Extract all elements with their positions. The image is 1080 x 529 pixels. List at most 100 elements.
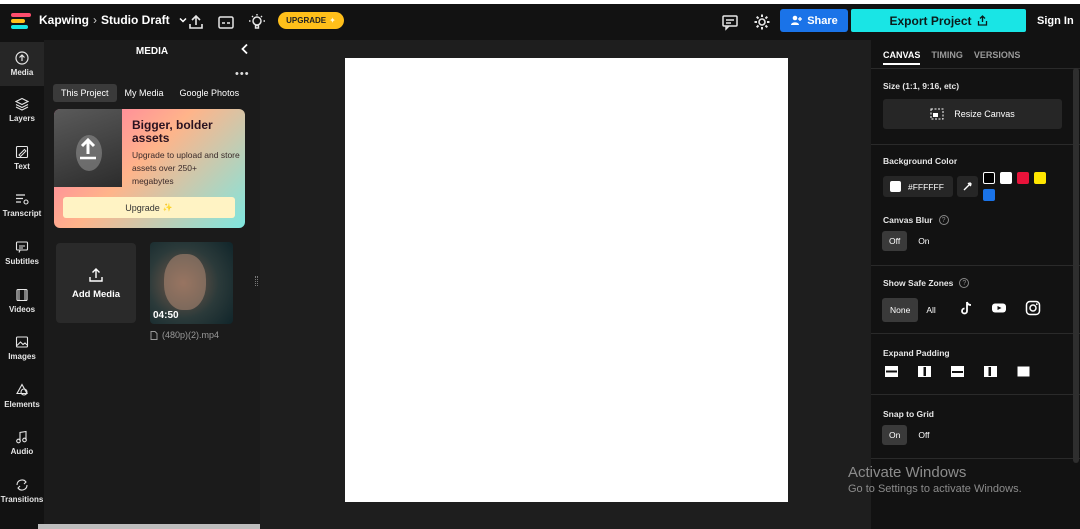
rail-label: Text bbox=[14, 162, 30, 171]
safe-all-option[interactable]: All bbox=[922, 298, 939, 322]
file-name-label: (480p)(2).mp4 bbox=[162, 330, 220, 340]
rail-item-subtitles[interactable]: Subtitles bbox=[0, 240, 44, 284]
rail-item-layers[interactable]: Layers bbox=[0, 97, 44, 141]
padding-left-right-icon[interactable] bbox=[918, 366, 931, 377]
rail-item-transitions[interactable]: Transitions bbox=[0, 478, 44, 522]
tiktok-icon[interactable] bbox=[958, 300, 974, 316]
file-name: (480p)(2).mp4 bbox=[150, 330, 219, 340]
kapwing-logo-icon[interactable] bbox=[11, 13, 31, 31]
upload-arrow-icon bbox=[80, 137, 96, 160]
help-icon[interactable]: ? bbox=[938, 215, 949, 225]
rail-label: Subtitles bbox=[5, 257, 39, 266]
youtube-icon[interactable] bbox=[991, 300, 1007, 316]
eyedropper-button[interactable] bbox=[957, 176, 978, 197]
resize-canvas-button[interactable]: Resize Canvas bbox=[883, 99, 1062, 129]
rail-item-transcript[interactable]: Transcript bbox=[0, 192, 44, 236]
editor-canvas[interactable] bbox=[345, 58, 788, 502]
panel-resize-handle[interactable] bbox=[255, 276, 258, 286]
resize-icon bbox=[930, 108, 944, 120]
export-project-button[interactable]: Export Project bbox=[851, 9, 1026, 32]
snap-on-option[interactable]: On bbox=[882, 425, 908, 445]
top-bar: Kapwing › Studio Draft UPGRADE ✦ Share E… bbox=[0, 0, 1080, 40]
tab-this-project[interactable]: This Project bbox=[53, 84, 117, 102]
safe-none-option[interactable]: None bbox=[882, 298, 919, 322]
canvas-blur-toggle: Off On bbox=[882, 231, 937, 251]
help-icon[interactable]: ? bbox=[959, 278, 970, 288]
rail-item-elements[interactable]: Elements bbox=[0, 383, 44, 427]
watermark-title: Activate Windows bbox=[848, 464, 967, 481]
blur-off-option[interactable]: Off bbox=[882, 231, 908, 251]
padding-vertical-icon[interactable] bbox=[984, 366, 997, 377]
background-color-label: Background Color bbox=[883, 156, 958, 166]
share-label: Share bbox=[807, 14, 838, 27]
instagram-icon[interactable] bbox=[1025, 300, 1041, 316]
divider bbox=[871, 458, 1080, 459]
rail-item-text[interactable]: Text bbox=[0, 145, 44, 189]
tab-my-media[interactable]: My Media bbox=[117, 84, 172, 102]
rail-item-audio[interactable]: Audio bbox=[0, 430, 44, 474]
gear-icon[interactable] bbox=[752, 12, 772, 32]
padding-horizontal-icon[interactable] bbox=[951, 366, 964, 377]
divider bbox=[871, 333, 1080, 334]
divider bbox=[871, 144, 1080, 145]
settings-tabs: CANVAS TIMING VERSIONS bbox=[883, 50, 1020, 65]
promo-image bbox=[54, 109, 122, 187]
swatch-white[interactable] bbox=[1000, 172, 1012, 184]
upload-icon bbox=[89, 267, 103, 282]
canvas-settings-panel: CANVAS TIMING VERSIONS Size (1:1, 9:16, … bbox=[871, 40, 1080, 529]
upgrade-button[interactable]: UPGRADE ✦ bbox=[278, 12, 344, 29]
project-title[interactable]: Studio Draft bbox=[101, 13, 170, 27]
padding-top-bottom-icon[interactable] bbox=[885, 366, 898, 377]
blur-on-option[interactable]: On bbox=[911, 231, 936, 251]
transcript-icon bbox=[16, 194, 29, 205]
snap-to-grid-label: Snap to Grid bbox=[883, 409, 934, 419]
layers-icon bbox=[15, 97, 29, 111]
video-duration: 04:50 bbox=[153, 310, 179, 321]
timeline-strip[interactable] bbox=[38, 524, 260, 529]
rail-item-images[interactable]: Images bbox=[0, 335, 44, 379]
more-options-icon[interactable]: ••• bbox=[235, 68, 250, 80]
share-button[interactable]: Share bbox=[780, 9, 848, 32]
promo-text: Upgrade to upload and store assets over … bbox=[132, 150, 240, 186]
video-thumbnail[interactable]: 04:50 bbox=[150, 242, 233, 324]
current-color-swatch bbox=[890, 181, 901, 192]
text-edit-icon bbox=[15, 145, 29, 159]
swatch-yellow[interactable] bbox=[1034, 172, 1046, 184]
promo-button-label: Upgrade bbox=[125, 202, 160, 213]
comment-icon[interactable] bbox=[720, 12, 740, 32]
swatch-red[interactable] bbox=[1017, 172, 1029, 184]
captions-icon[interactable] bbox=[216, 12, 236, 32]
canvas-blur-row: Canvas Blur ? bbox=[883, 215, 949, 225]
promo-upgrade-button[interactable]: Upgrade ✨ bbox=[63, 197, 235, 218]
lightbulb-icon[interactable] bbox=[247, 12, 267, 32]
upload-icon[interactable] bbox=[186, 12, 206, 32]
swatch-blue[interactable] bbox=[983, 189, 995, 201]
background-color-input[interactable]: #FFFFFF bbox=[883, 176, 953, 197]
add-media-button[interactable]: Add Media bbox=[56, 243, 136, 323]
chevron-left-icon[interactable] bbox=[238, 42, 252, 56]
music-note-icon bbox=[16, 430, 27, 444]
sign-in-link[interactable]: Sign In bbox=[1037, 15, 1074, 27]
snap-to-grid-toggle: On Off bbox=[882, 425, 937, 445]
swatch-black[interactable] bbox=[983, 172, 995, 184]
rail-item-media[interactable]: Media bbox=[0, 42, 44, 86]
settings-scrollbar[interactable] bbox=[1073, 68, 1079, 463]
rail-label: Images bbox=[8, 352, 36, 361]
color-hex-value: #FFFFFF bbox=[908, 181, 944, 192]
rail-label: Videos bbox=[8, 305, 36, 314]
tab-versions[interactable]: VERSIONS bbox=[974, 50, 1021, 65]
media-tabs: This Project My Media Google Photos bbox=[53, 84, 247, 102]
snap-off-option[interactable]: Off bbox=[911, 425, 936, 445]
resize-label: Resize Canvas bbox=[954, 109, 1015, 119]
chevron-right-icon: › bbox=[93, 13, 97, 27]
tab-google-photos[interactable]: Google Photos bbox=[172, 84, 248, 102]
brand-link[interactable]: Kapwing bbox=[39, 13, 89, 27]
tab-canvas[interactable]: CANVAS bbox=[883, 50, 921, 65]
shapes-icon bbox=[16, 383, 28, 396]
rail-item-videos[interactable]: Videos bbox=[0, 288, 44, 332]
tab-timing[interactable]: TIMING bbox=[931, 50, 963, 65]
add-user-icon bbox=[791, 15, 803, 25]
padding-full-icon[interactable] bbox=[1017, 366, 1030, 377]
rail-label: Media bbox=[10, 68, 34, 77]
media-panel: MEDIA ••• This Project My Media Google P… bbox=[44, 40, 260, 529]
